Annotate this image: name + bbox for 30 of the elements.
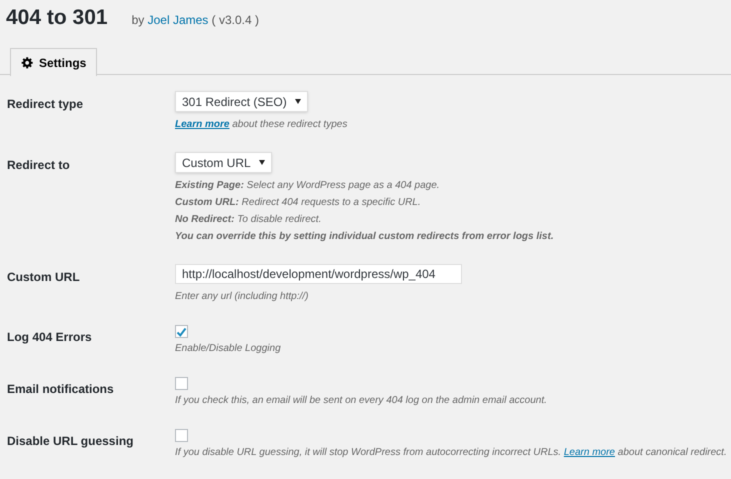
field-label: Log 404 Errors — [7, 329, 93, 346]
caret-icon — [258, 160, 265, 165]
url-input-field[interactable]: http://localhost/development/wordpress/wp_404 — [175, 264, 462, 284]
checkbox[interactable] — [175, 429, 188, 442]
field-label: Redirect to — [7, 157, 71, 174]
plugin-byline: by Joel James ( v3.0.4 ) — [132, 12, 259, 29]
caret-icon — [294, 99, 301, 104]
dropdown[interactable]: Custom URL — [175, 152, 272, 173]
help-text: Learn more about these redirect types — [175, 118, 348, 132]
field-label: Disable URL guessing — [7, 433, 134, 450]
checkbox[interactable] — [175, 377, 188, 390]
field-label: Redirect type — [7, 96, 84, 113]
help-text: No Redirect: To disable redirect. — [175, 213, 322, 227]
help-text: You can override this by setting individual custom redirects from error logs list. — [175, 230, 554, 244]
field-label: Custom URL — [7, 269, 81, 286]
help-text: Existing Page: Select any WordPress page as a 404 page. — [175, 179, 441, 193]
help-text: If you check this, an email will be sent on every 404 log on the admin email account. — [175, 394, 547, 408]
help-text: Custom URL: Redirect 404 requests to a specific URL. — [175, 196, 422, 210]
settings-tab[interactable]: Settings — [10, 48, 98, 76]
page-title: 404 to 301 — [6, 5, 108, 31]
checkbox[interactable] — [175, 325, 188, 338]
author-link[interactable]: Joel James — [148, 13, 208, 27]
gear-icon — [21, 56, 34, 69]
dropdown[interactable]: 301 Redirect (SEO) — [175, 91, 308, 112]
help-text: Enable/Disable Logging — [175, 342, 281, 356]
help-text: If you disable URL guessing, it will stop WordPress from autocorrecting incorrect URLs. Learn more about canonical redirect. — [175, 446, 727, 460]
field-label: Email notifications — [7, 381, 115, 398]
help-text: Enter any url (including http://) — [175, 290, 308, 304]
learn-more-link[interactable]: Learn more — [175, 119, 230, 130]
learn-more-link[interactable]: Learn more — [564, 447, 615, 458]
